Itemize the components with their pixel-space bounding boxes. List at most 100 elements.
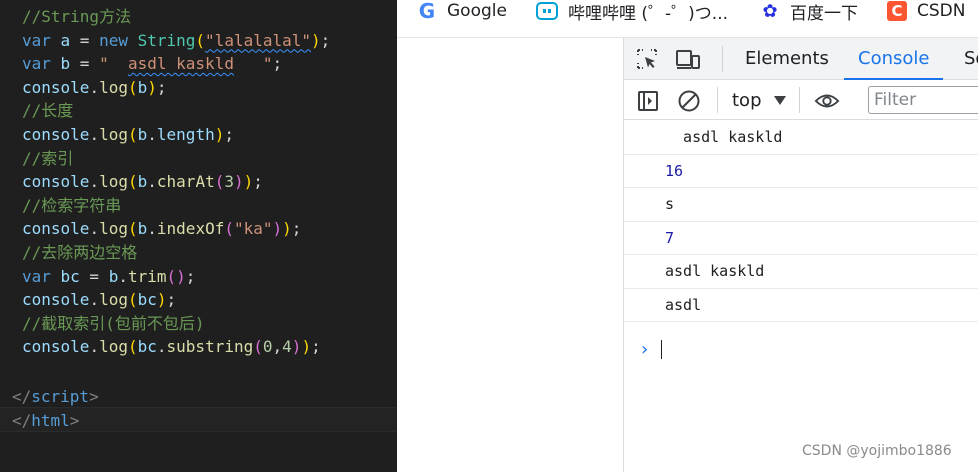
code-token: (	[127, 77, 138, 97]
code-line: //去除两边空格	[22, 241, 137, 264]
bookmark-baidu[interactable]: ✿ 百度一下	[760, 0, 858, 24]
bookmark-label: 哔哩哔哩 (゜-゜)つ...	[568, 3, 729, 24]
code-token: )	[176, 266, 186, 286]
console-prompt[interactable]: ›	[624, 335, 978, 363]
code-token: //截取索引(包前不包后)	[22, 313, 205, 333]
console-message: asdl kaskld	[624, 255, 978, 289]
code-line: console.log(b);	[22, 76, 167, 99]
code-token: .	[147, 172, 157, 192]
bilibili-icon	[536, 2, 558, 20]
code-token: bc	[137, 290, 157, 310]
code-token: )	[282, 219, 292, 239]
device-toggle-icon	[676, 50, 700, 69]
code-token: b	[137, 172, 148, 192]
code-token: String	[137, 30, 196, 50]
code-token: )	[272, 219, 283, 239]
code-token: indexOf	[156, 219, 225, 239]
code-editor[interactable]: //String方法 var a = new String("lalalalal"…	[0, 0, 397, 472]
bookmark-google[interactable]: G Google	[417, 0, 507, 23]
device-toolbar-button[interactable]	[675, 47, 701, 71]
bookmark-bilibili[interactable]: 哔哩哔哩 (゜-゜)つ...	[536, 0, 729, 24]
code-token: </	[12, 387, 32, 406]
code-line: console.log(b.length);	[22, 123, 234, 146]
code-line: </html>	[12, 409, 79, 432]
csdn-icon: C	[887, 1, 907, 21]
code-token: (	[127, 219, 138, 239]
code-token: >	[69, 410, 80, 430]
code-line: var b = " asdl kaskld ";	[22, 52, 282, 75]
code-token: ,	[272, 337, 283, 357]
devtools-panel: Elements Console So top	[623, 38, 978, 472]
code-token: b	[137, 77, 148, 97]
code-token: a	[60, 30, 71, 50]
code-token: //长度	[22, 101, 74, 121]
text-cursor	[661, 340, 662, 359]
clear-console-button[interactable]	[676, 89, 702, 113]
bookmark-csdn[interactable]: C CSDN	[887, 0, 965, 22]
code-token: ;	[156, 77, 167, 97]
code-line: console.log(b.charAt(3));	[22, 170, 263, 193]
code-line: //索引	[22, 147, 73, 170]
baidu-icon: ✿	[762, 0, 778, 22]
code-token: .	[156, 337, 167, 357]
code-token: (	[127, 172, 138, 192]
inspect-element-icon	[637, 49, 657, 69]
tab-elements[interactable]: Elements	[745, 38, 829, 80]
code-token: var	[22, 54, 61, 74]
console-message: 7	[624, 222, 978, 255]
code-token: "	[99, 54, 128, 74]
code-token: var	[22, 266, 61, 286]
toggle-sidebar-button[interactable]	[635, 89, 661, 113]
filter-input[interactable]	[868, 86, 978, 114]
code-token: (	[224, 219, 234, 239]
code-token: "lalalalal"	[205, 30, 312, 50]
code-token: .	[89, 337, 100, 357]
tab-sources[interactable]: So	[964, 38, 978, 80]
code-token: )	[214, 125, 225, 144]
code-token: console	[22, 172, 90, 192]
code-token: console	[22, 125, 90, 144]
context-selector[interactable]: top	[732, 88, 786, 112]
code-token: log	[99, 337, 128, 357]
code-token: </	[12, 410, 32, 430]
code-token: new	[99, 30, 138, 50]
code-token: )	[147, 77, 157, 97]
code-token: .	[89, 290, 100, 310]
code-token: .	[147, 125, 157, 144]
code-token: console	[22, 77, 90, 97]
code-token: //String方法	[22, 7, 132, 26]
code-token: html	[31, 410, 70, 430]
code-line: //检索字符串	[22, 194, 121, 217]
code-token: //索引	[22, 148, 74, 168]
code-token: 4	[282, 337, 292, 357]
tab-console[interactable]: Console	[843, 38, 945, 80]
code-token: asdl kaskld	[127, 54, 234, 74]
code-token: log	[99, 77, 128, 97]
code-token: .	[118, 266, 128, 286]
code-token: ;	[311, 337, 321, 357]
code-line: </script>	[12, 385, 99, 408]
code-token: )	[243, 172, 254, 192]
code-token: b	[60, 54, 71, 74]
code-line: console.log(b.indexOf("ka"));	[22, 217, 301, 240]
inspect-element-button[interactable]	[634, 47, 660, 71]
code-token: log	[99, 219, 128, 239]
code-line: console.log(bc);	[22, 288, 176, 311]
code-line: //截取索引(包前不包后)	[22, 312, 205, 335]
live-expression-button[interactable]	[814, 89, 840, 113]
code-token: ;	[253, 172, 263, 192]
console-message: asdl	[624, 289, 978, 322]
code-token: "ka"	[233, 219, 273, 239]
code-token: )	[233, 172, 244, 192]
code-token: .	[89, 77, 100, 97]
code-token: >	[89, 387, 99, 406]
code-token: b	[137, 125, 148, 144]
toolbar-divider	[722, 46, 723, 72]
code-token: b	[108, 266, 119, 286]
bookmark-label: CSDN	[917, 1, 966, 21]
code-token: b	[137, 219, 148, 239]
code-token: console	[22, 290, 90, 310]
console-message: 16	[624, 155, 978, 188]
devtools-tab-bar: Elements Console So	[624, 38, 978, 80]
code-token: )	[301, 337, 312, 357]
